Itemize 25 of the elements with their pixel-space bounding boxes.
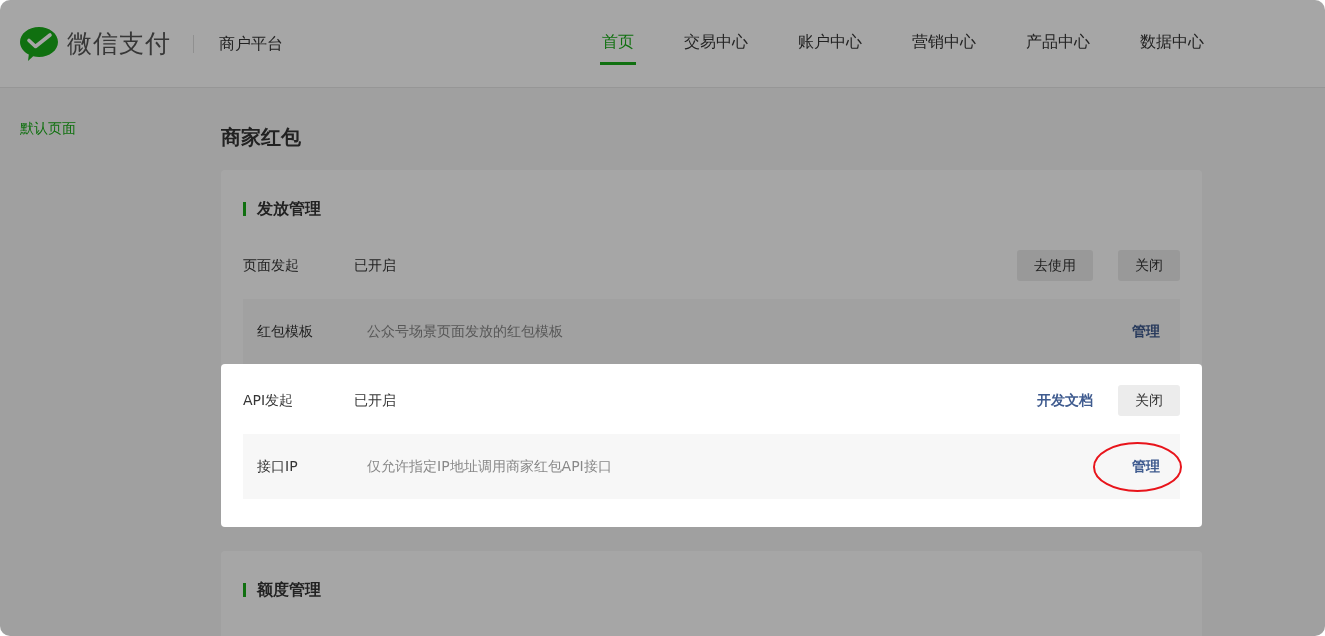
nav-tab[interactable]: 产品中心 xyxy=(1024,0,1092,65)
nav-tab[interactable]: 营销中心 xyxy=(910,0,978,65)
nav-tab[interactable]: 交易中心 xyxy=(682,0,750,65)
text-link[interactable]: 开发文档 xyxy=(1037,391,1093,410)
item-description: 仅允许指定IP地址调用商家红包API接口 xyxy=(367,457,612,476)
row-action-link[interactable]: 管理 xyxy=(1132,457,1160,476)
row-label: 页面发起 xyxy=(243,256,300,275)
status-text: 已开启 xyxy=(354,256,396,275)
nav-tab[interactable]: 数据中心 xyxy=(1138,0,1206,65)
section-title: 发放管理 xyxy=(243,198,321,220)
item-label: 接口IP xyxy=(257,457,299,476)
row-label: API发起 xyxy=(243,391,295,410)
section-title: 额度管理 xyxy=(243,579,321,601)
brand-name: 微信支付 xyxy=(67,27,171,60)
nav-tab[interactable]: 账户中心 xyxy=(796,0,864,65)
action-button[interactable]: 关闭 xyxy=(1118,385,1180,416)
row-action-link[interactable]: 管理 xyxy=(1132,322,1160,341)
chat-bubble-check-icon xyxy=(20,25,58,62)
item-label: 红包模板 xyxy=(257,322,314,341)
item-description: 公众号场景页面发放的红包模板 xyxy=(367,322,563,341)
status-text: 已开启 xyxy=(354,391,396,410)
action-button[interactable]: 去使用 xyxy=(1017,250,1093,281)
action-button[interactable]: 关闭 xyxy=(1118,250,1180,281)
platform-name: 商户平台 xyxy=(219,32,283,55)
page-title: 商家红包 xyxy=(221,124,301,151)
